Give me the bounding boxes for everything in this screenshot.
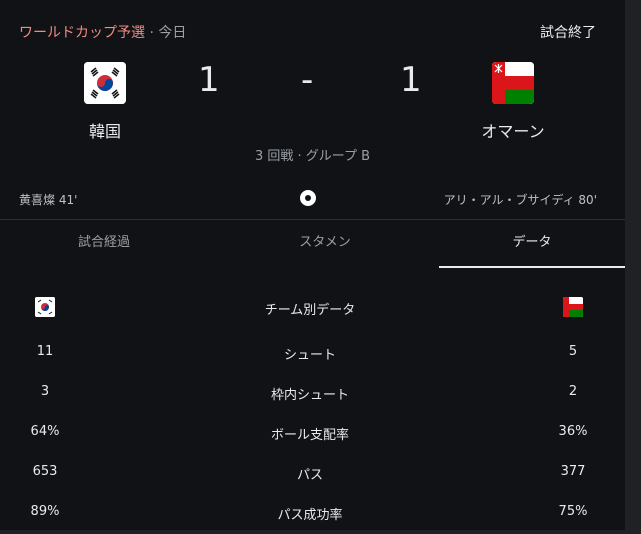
competition-link[interactable]: ワールドカップ予選 xyxy=(19,25,145,41)
stat-label: 枠内シュート xyxy=(270,388,349,403)
away-score: 1 xyxy=(400,60,422,100)
away-goal-scorer: アリ・アル・ブサイディ 80' xyxy=(443,193,597,207)
stat-row-passes: 653 パス 377 xyxy=(0,464,625,494)
scrollbar[interactable] xyxy=(625,0,641,530)
match-status: 試合終了 xyxy=(540,25,596,41)
home-goal-scorer: 黄喜燦 41' xyxy=(19,193,78,207)
away-team[interactable]: オマーン xyxy=(453,62,573,142)
away-flag-small xyxy=(528,297,618,321)
oman-flag-icon xyxy=(563,297,583,317)
away-stat-value: 377 xyxy=(560,464,586,479)
home-stat-value: 653 xyxy=(32,464,58,479)
match-tabs: 試合経過 スタメン データ xyxy=(0,220,625,268)
home-stat-value: 64% xyxy=(30,424,60,439)
round-info: 3 回戦 · グループ B xyxy=(254,149,371,164)
stat-row-possession: 64% ボール支配率 36% xyxy=(0,424,625,454)
tab-lineups[interactable]: スタメン xyxy=(221,220,429,268)
score-dash: - xyxy=(301,60,314,100)
oman-flag-icon xyxy=(492,62,534,104)
home-stat-value: 89% xyxy=(30,504,60,519)
home-stat-value: 11 xyxy=(36,344,54,359)
away-team-name: オマーン xyxy=(481,122,545,141)
away-stat-value: 36% xyxy=(558,424,588,439)
stat-row-shots-on-target: 3 枠内シュート 2 xyxy=(0,384,625,414)
home-team[interactable]: 韓国 xyxy=(45,62,165,142)
home-flag-small xyxy=(0,297,90,321)
stat-label: パス成功率 xyxy=(277,508,343,523)
stat-label: シュート xyxy=(283,348,336,363)
match-header: ワールドカップ予選 · 今日 試合終了 xyxy=(19,22,599,42)
tab-timeline[interactable]: 試合経過 xyxy=(0,220,208,268)
home-team-name: 韓国 xyxy=(88,122,121,141)
away-stat-value: 75% xyxy=(558,504,588,519)
tab-stats[interactable]: データ xyxy=(439,220,625,268)
tab-stats-label: データ xyxy=(512,235,552,250)
match-date: 今日 xyxy=(158,25,187,41)
match-card: ワールドカップ予選 · 今日 試合終了 韓国 1 - 1 オマーン 3 回戦 ·… xyxy=(0,0,625,530)
stats-header-row: チーム別データ xyxy=(0,297,625,321)
home-stat-value: 3 xyxy=(40,384,50,399)
away-stat-value: 2 xyxy=(568,384,578,399)
header-separator: · xyxy=(149,25,154,41)
soccer-ball-icon xyxy=(300,190,316,206)
stats-title: チーム別データ xyxy=(264,303,356,318)
stat-label: ボール支配率 xyxy=(270,428,349,443)
away-stat-value: 5 xyxy=(568,344,578,359)
home-score: 1 xyxy=(198,60,220,100)
south-korea-flag-icon xyxy=(35,297,55,317)
stat-row-shots: 11 シュート 5 xyxy=(0,344,625,374)
active-tab-indicator xyxy=(439,266,625,268)
south-korea-flag-icon xyxy=(84,62,126,104)
stat-label: パス xyxy=(296,468,323,483)
